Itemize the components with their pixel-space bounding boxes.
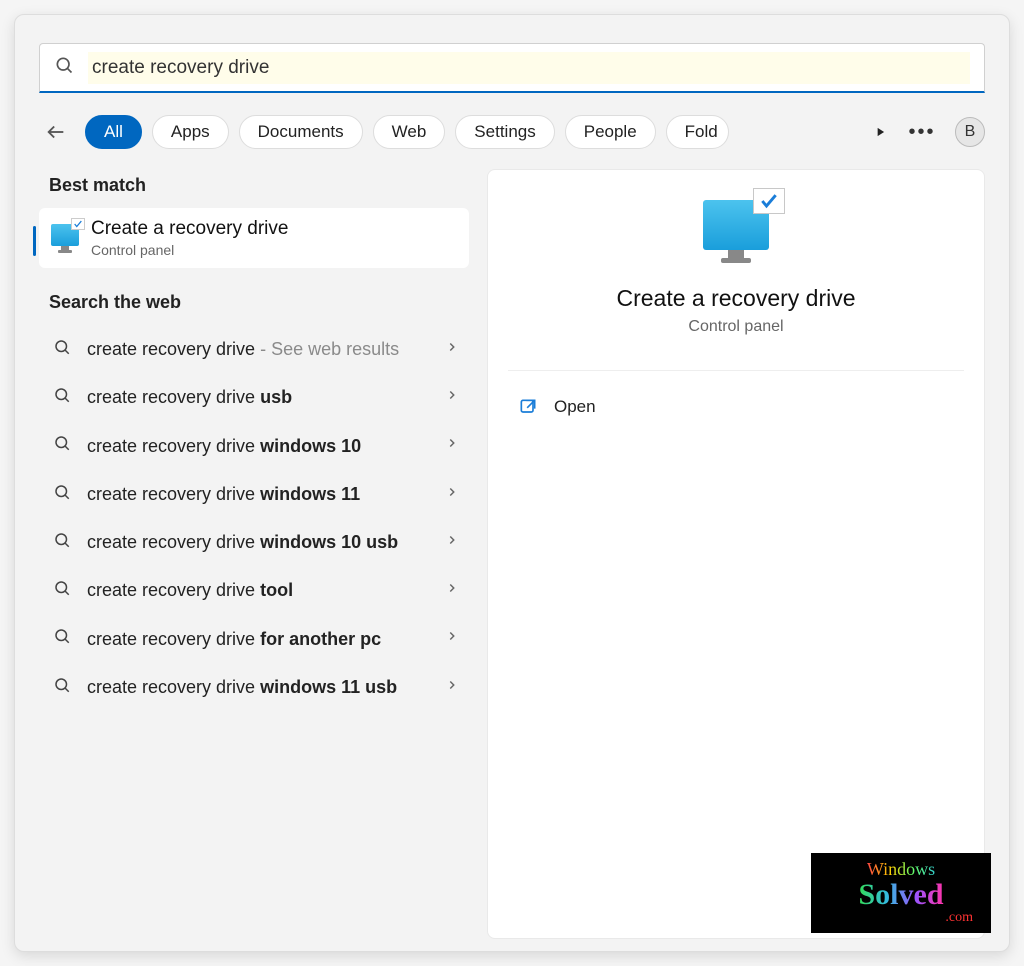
detail-panel: Create a recovery drive Control panel Op…: [487, 169, 985, 939]
search-input[interactable]: [88, 52, 970, 84]
search-icon: [53, 627, 71, 650]
filter-chip-fold[interactable]: Fold: [666, 115, 729, 149]
web-result[interactable]: create recovery drive windows 11: [39, 470, 469, 518]
web-result[interactable]: create recovery drive tool: [39, 566, 469, 614]
search-icon: [53, 386, 71, 409]
search-icon: [53, 483, 71, 506]
searchbar: [39, 43, 985, 93]
chevron-right-icon: [445, 388, 459, 407]
filter-chip-people[interactable]: People: [565, 115, 656, 149]
filter-chip-documents[interactable]: Documents: [239, 115, 363, 149]
results-column: Best match Create a recovery drive Contr…: [39, 169, 469, 939]
best-match-title: Create a recovery drive: [91, 218, 288, 240]
open-action[interactable]: Open: [508, 389, 964, 425]
search-icon: [53, 338, 71, 361]
detail-icon: [508, 200, 964, 263]
web-result-text: create recovery drive windows 11 usb: [87, 675, 429, 699]
back-button[interactable]: [39, 115, 73, 149]
open-label: Open: [554, 397, 596, 417]
watermark-badge: Windows Solved .com: [811, 853, 991, 933]
search-icon: [53, 579, 71, 602]
user-avatar[interactable]: B: [955, 117, 985, 147]
search-window: All Apps Documents Web Settings People Fold ••…: [14, 14, 1010, 952]
web-result[interactable]: create recovery drive - See web results: [39, 325, 469, 373]
filter-chips: All Apps Documents Web Settings People Fold: [85, 115, 853, 149]
filter-chip-settings[interactable]: Settings: [455, 115, 554, 149]
web-result-text: create recovery drive usb: [87, 385, 429, 409]
search-icon: [53, 676, 71, 699]
scroll-right-button[interactable]: [865, 117, 895, 147]
web-result[interactable]: create recovery drive for another pc: [39, 615, 469, 663]
best-match-subtitle: Control panel: [91, 242, 288, 258]
web-result-text: create recovery drive windows 10 usb: [87, 530, 429, 554]
search-icon: [53, 531, 71, 554]
recovery-drive-icon: [51, 224, 79, 253]
web-result-text: create recovery drive windows 11: [87, 482, 429, 506]
chevron-right-icon: [445, 629, 459, 648]
best-match-result[interactable]: Create a recovery drive Control panel: [39, 208, 469, 268]
web-results-list: create recovery drive - See web results c…: [39, 325, 469, 711]
filter-chip-all[interactable]: All: [85, 115, 142, 149]
web-result-text: create recovery drive tool: [87, 578, 429, 602]
search-web-heading: Search the web: [49, 292, 469, 313]
detail-subtitle: Control panel: [508, 318, 964, 336]
chevron-right-icon: [445, 678, 459, 697]
filter-tabs-row: All Apps Documents Web Settings People Fold ••…: [39, 115, 985, 149]
chevron-right-icon: [445, 340, 459, 359]
chevron-right-icon: [445, 581, 459, 600]
more-button[interactable]: •••: [907, 121, 937, 144]
filter-chip-web[interactable]: Web: [373, 115, 446, 149]
chevron-right-icon: [445, 485, 459, 504]
web-result-text: create recovery drive - See web results: [87, 337, 429, 361]
detail-title: Create a recovery drive: [508, 285, 964, 312]
divider: [508, 370, 964, 371]
web-result[interactable]: create recovery drive windows 10 usb: [39, 518, 469, 566]
web-result[interactable]: create recovery drive windows 11 usb: [39, 663, 469, 711]
search-icon: [53, 434, 71, 457]
web-result-text: create recovery drive for another pc: [87, 627, 429, 651]
chevron-right-icon: [445, 436, 459, 455]
web-result-text: create recovery drive windows 10: [87, 434, 429, 458]
chevron-right-icon: [445, 533, 459, 552]
filter-chip-apps[interactable]: Apps: [152, 115, 229, 149]
web-result[interactable]: create recovery drive windows 10: [39, 422, 469, 470]
web-result[interactable]: create recovery drive usb: [39, 373, 469, 421]
search-icon: [54, 55, 74, 80]
best-match-heading: Best match: [49, 175, 469, 196]
